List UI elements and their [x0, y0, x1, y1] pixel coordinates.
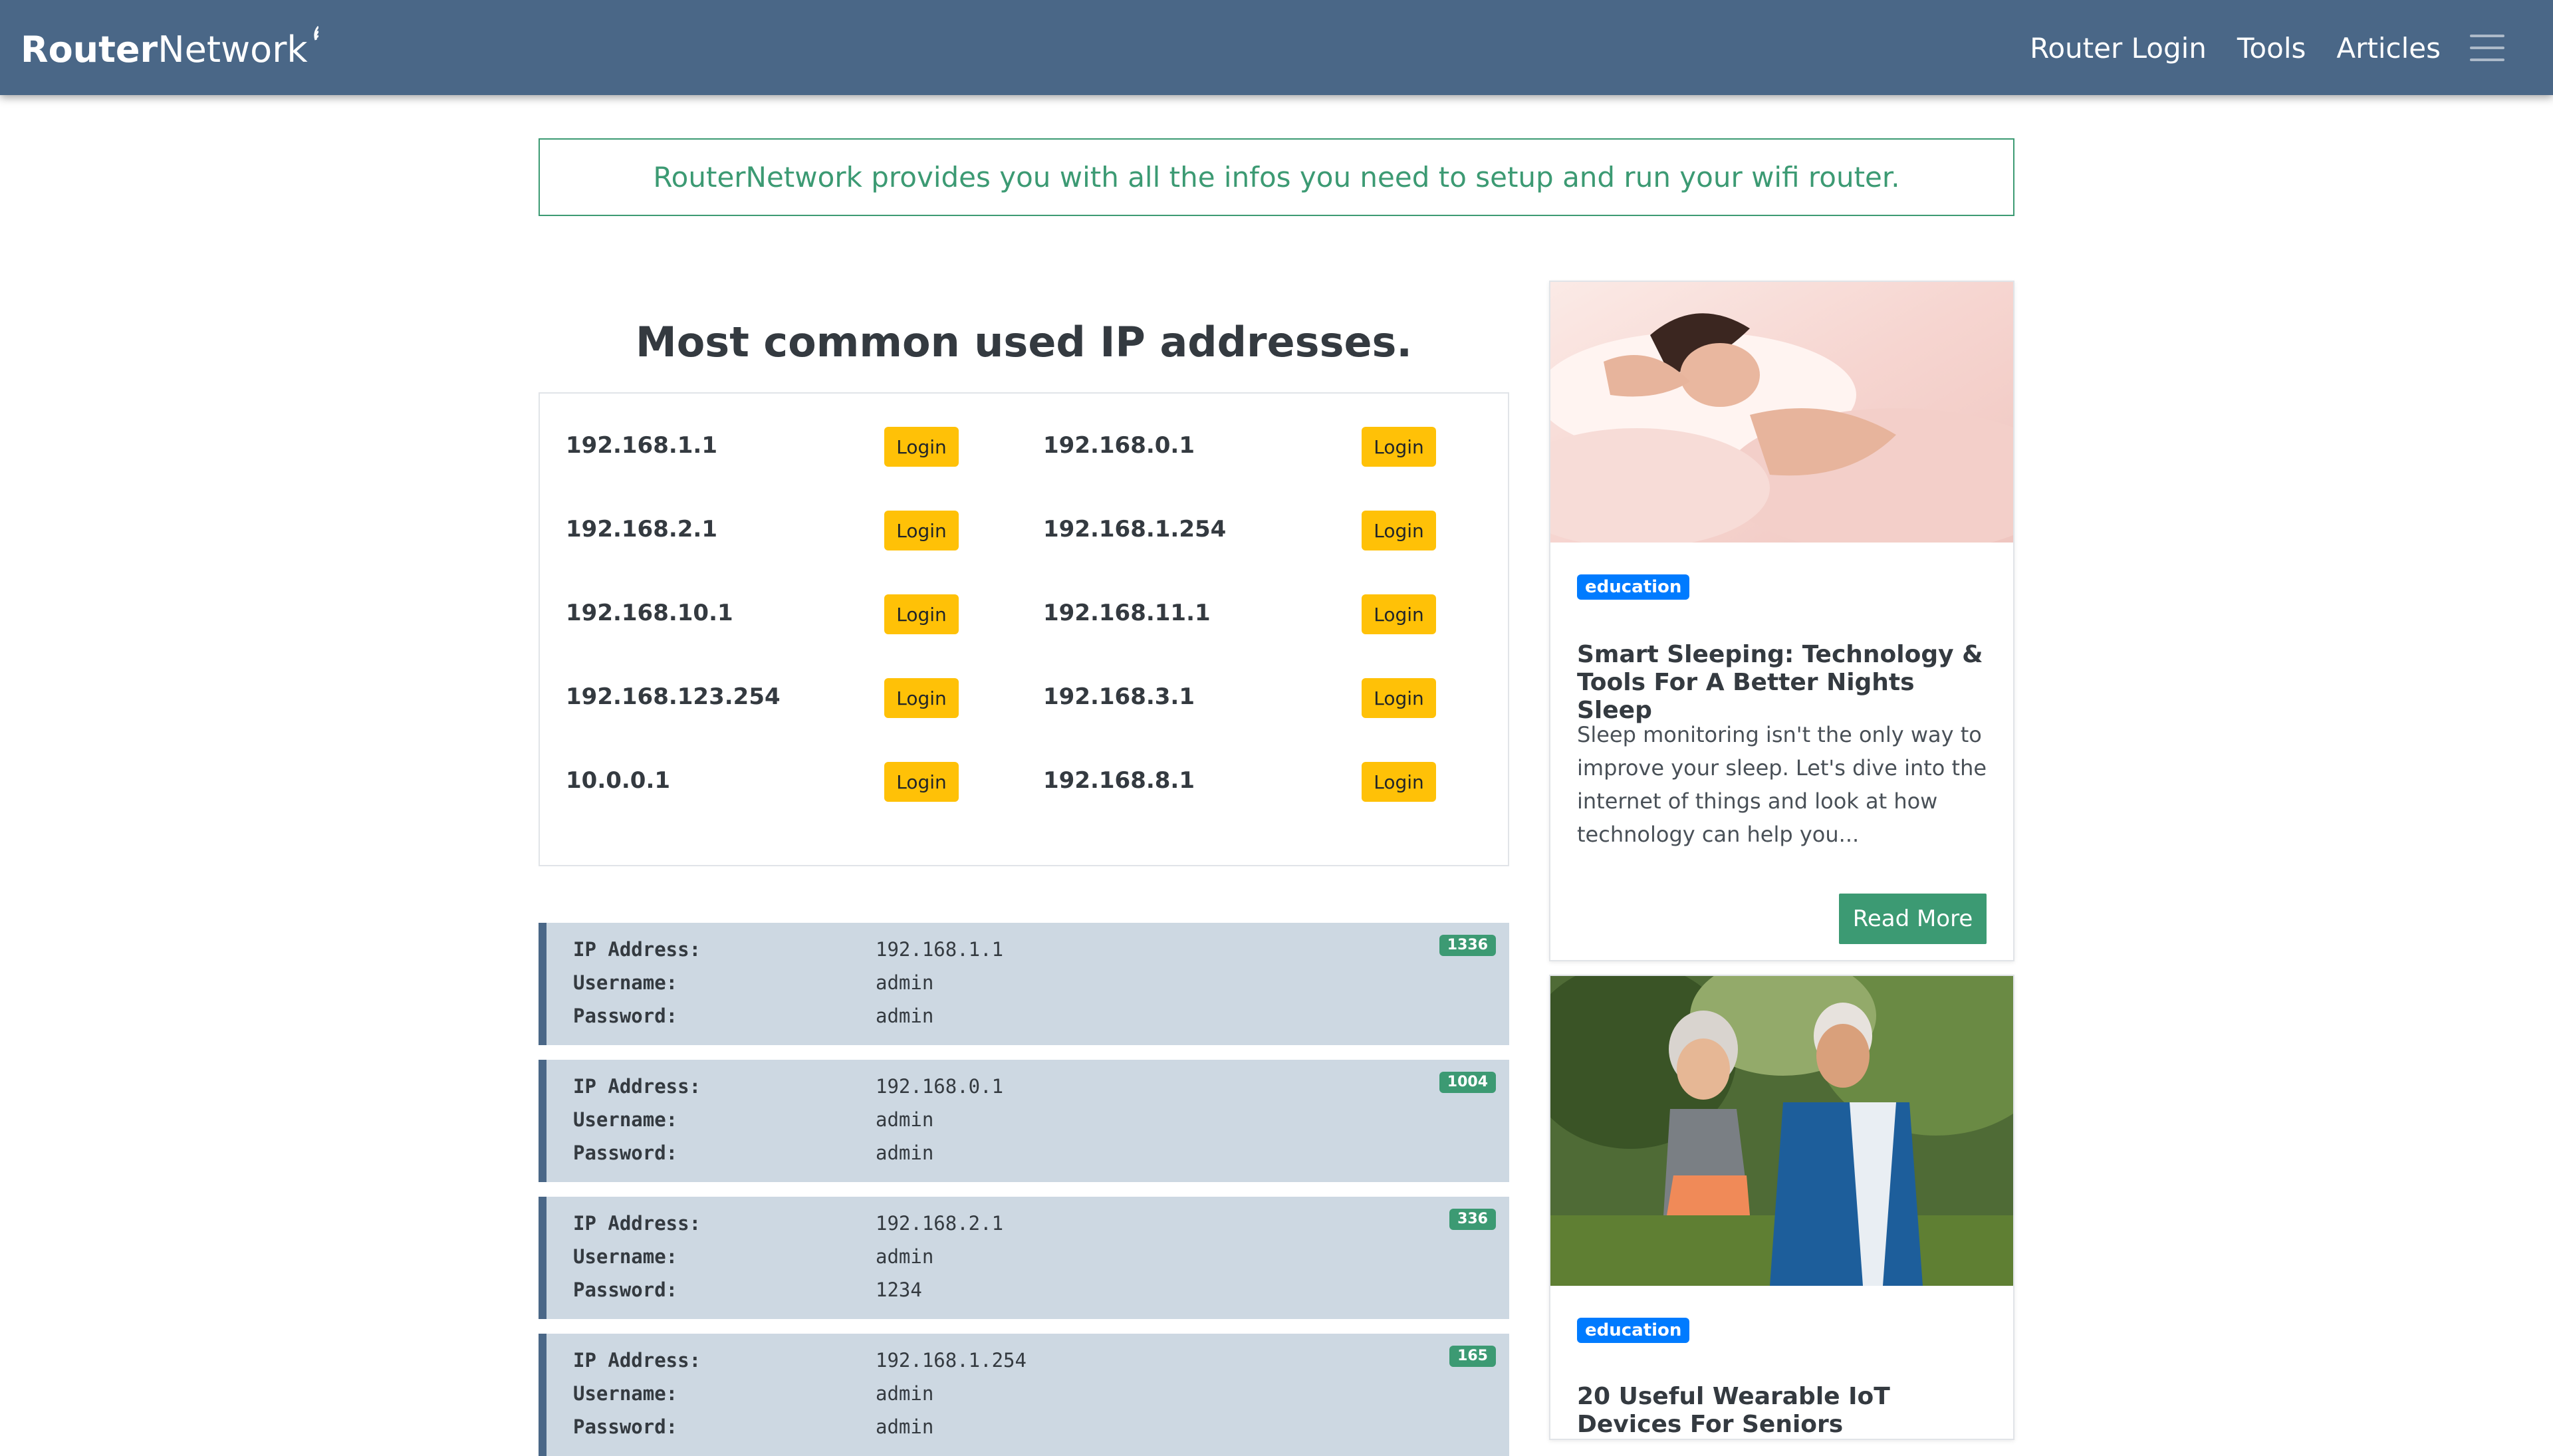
credential-card[interactable]: IP Address: 192.168.1.1 Username: admin Pa…: [539, 923, 1509, 1045]
ip-address-label: 192.168.2.1: [566, 516, 718, 543]
password-label: Password:: [573, 1278, 678, 1301]
login-button[interactable]: Login: [884, 594, 959, 634]
article-image-seniors[interactable]: [1550, 976, 2013, 1286]
ip-address-label: 192.168.3.1: [1043, 683, 1195, 710]
read-more-button[interactable]: Read More: [1839, 894, 1987, 944]
ip-address-label: 192.168.11.1: [1043, 600, 1211, 626]
login-button[interactable]: Login: [1362, 678, 1436, 718]
username-value: admin: [876, 1245, 934, 1268]
ip-label: IP Address:: [573, 1212, 701, 1235]
ip-rows-container: 192.168.1.1 Login 192.168.0.1 Login 192.…: [539, 392, 1509, 866]
brand-part1: Router: [21, 29, 158, 70]
username-label: Username:: [573, 1108, 678, 1131]
ip-label: IP Address:: [573, 938, 701, 961]
article-title[interactable]: 20 Useful Wearable IoT Devices For Senio…: [1577, 1383, 1989, 1439]
ip-address-label: 192.168.123.254: [566, 683, 781, 710]
login-button[interactable]: Login: [1362, 594, 1436, 634]
username-value: admin: [876, 971, 934, 994]
ip-label: IP Address:: [573, 1349, 701, 1372]
login-button[interactable]: Login: [884, 678, 959, 718]
count-badge: 336: [1449, 1209, 1496, 1230]
username-label: Username:: [573, 1382, 678, 1405]
ip-row: 192.168.1.1 Login 192.168.0.1 Login: [539, 419, 1509, 503]
nav-links: Router Login Tools Articles: [1999, 25, 2504, 71]
login-button[interactable]: Login: [884, 762, 959, 802]
credential-card[interactable]: IP Address: 192.168.0.1 Username: admin Pa…: [539, 1060, 1509, 1182]
ip-row: 192.168.2.1 Login 192.168.1.254 Login: [539, 503, 1509, 586]
nav-link-router-login[interactable]: Router Login: [2030, 32, 2207, 64]
section-title: Most common used IP addresses.: [636, 318, 1412, 366]
ip-row: 10.0.0.1 Login 192.168.8.1 Login: [539, 754, 1509, 838]
credential-card[interactable]: IP Address: 192.168.1.254 Username: admin …: [539, 1334, 1509, 1456]
login-button[interactable]: Login: [884, 511, 959, 550]
ip-row: 192.168.123.254 Login 192.168.3.1 Login: [539, 670, 1509, 754]
username-label: Username:: [573, 971, 678, 994]
ip-value: 192.168.0.1: [876, 1075, 1004, 1098]
password-label: Password:: [573, 1415, 678, 1438]
login-button[interactable]: Login: [1362, 427, 1436, 467]
password-label: Password:: [573, 1142, 678, 1164]
article-card[interactable]: education Smart Sleeping: Technology & T…: [1549, 281, 2014, 961]
wifi-signal-icon: [314, 25, 318, 41]
ip-address-label: 192.168.10.1: [566, 600, 733, 626]
brand-part2: Network: [158, 29, 308, 70]
brand-logo[interactable]: RouterNetwork: [21, 25, 318, 73]
nav-link-articles[interactable]: Articles: [2336, 32, 2441, 64]
hamburger-menu-icon[interactable]: [2470, 35, 2504, 61]
password-value: 1234: [876, 1278, 922, 1301]
username-value: admin: [876, 1382, 934, 1405]
ip-address-label: 192.168.8.1: [1043, 767, 1195, 794]
ip-row: 192.168.10.1 Login 192.168.11.1 Login: [539, 586, 1509, 670]
password-label: Password:: [573, 1005, 678, 1027]
ip-value: 192.168.2.1: [876, 1212, 1004, 1235]
credential-card[interactable]: IP Address: 192.168.2.1 Username: admin Pa…: [539, 1197, 1509, 1319]
ip-label: IP Address:: [573, 1075, 701, 1098]
ip-address-label: 192.168.1.1: [566, 432, 718, 459]
password-value: admin: [876, 1005, 934, 1027]
count-badge: 165: [1449, 1346, 1496, 1367]
ip-value: 192.168.1.1: [876, 938, 1004, 961]
count-badge: 1004: [1439, 1072, 1496, 1093]
article-card[interactable]: education 20 Useful Wearable IoT Devices…: [1549, 975, 2014, 1440]
ip-address-label: 192.168.1.254: [1043, 516, 1227, 543]
info-text: RouterNetwork provides you with all the …: [653, 161, 1900, 193]
ip-value: 192.168.1.254: [876, 1349, 1027, 1372]
category-badge[interactable]: education: [1577, 574, 1690, 600]
nav-link-tools[interactable]: Tools: [2237, 32, 2306, 64]
article-title[interactable]: Smart Sleeping: Technology & Tools For A…: [1577, 641, 1989, 725]
login-button[interactable]: Login: [884, 427, 959, 467]
login-button[interactable]: Login: [1362, 511, 1436, 550]
info-banner: RouterNetwork provides you with all the …: [539, 138, 2014, 216]
top-navbar: RouterNetwork Router Login Tools Article…: [0, 0, 2553, 95]
password-value: admin: [876, 1415, 934, 1438]
ip-address-label: 10.0.0.1: [566, 767, 671, 794]
count-badge: 1336: [1439, 935, 1496, 956]
category-badge[interactable]: education: [1577, 1318, 1690, 1343]
ip-address-label: 192.168.0.1: [1043, 432, 1195, 459]
article-image-sleeping-woman[interactable]: [1550, 282, 2013, 543]
username-value: admin: [876, 1108, 934, 1131]
article-excerpt: Sleep monitoring isn't the only way to i…: [1577, 722, 1987, 847]
password-value: admin: [876, 1142, 934, 1164]
login-button[interactable]: Login: [1362, 762, 1436, 802]
username-label: Username:: [573, 1245, 678, 1268]
